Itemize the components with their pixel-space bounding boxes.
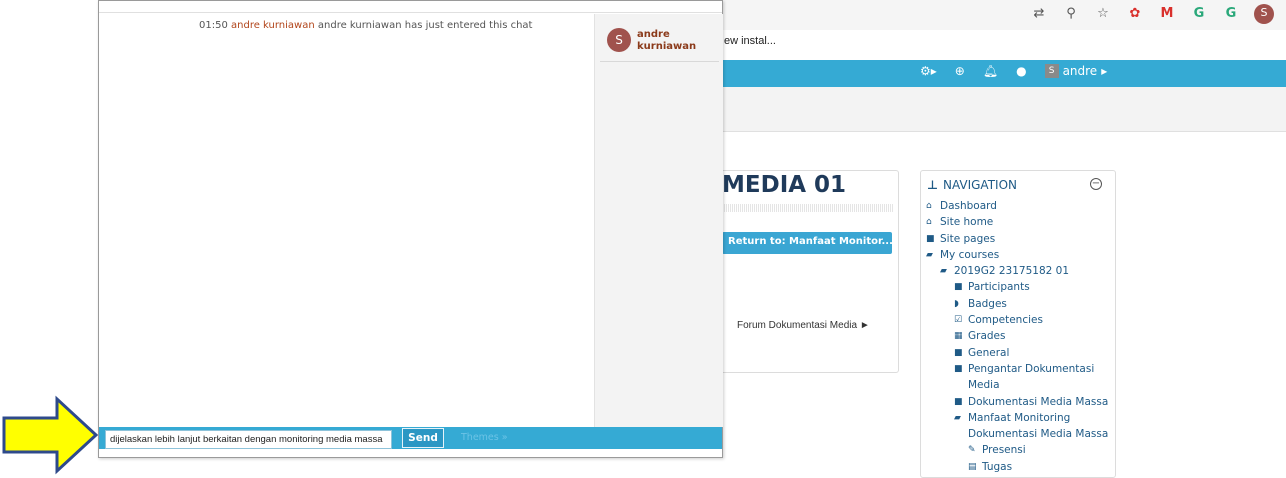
home-icon: ⌂ — [926, 217, 932, 228]
nav-item-label: Site home — [940, 216, 994, 229]
nav-item-label: Pengantar Dokumentasi Media — [968, 362, 1095, 392]
nav-item[interactable]: ▰ Manfaat Monitoring Dokumentasi Media Ma… — [926, 410, 1116, 443]
grammarly-icon[interactable]: G — [1190, 5, 1208, 23]
chat-window: 01:50 andre kurniawan andre kurniawan ha… — [98, 0, 723, 458]
collapse-icon[interactable]: − — [1090, 178, 1102, 190]
nav-item[interactable]: ▰ My courses — [926, 247, 1116, 263]
page-header — [722, 87, 1286, 132]
nav-item[interactable]: ■ Pengantar Dokumentasi Media — [926, 361, 1116, 394]
user-avatar-icon: S — [1044, 64, 1059, 78]
chat-messages-pane — [99, 14, 594, 427]
assignment-icon: ▤ — [968, 461, 977, 472]
nav-item[interactable]: ■ Participants — [926, 279, 1116, 295]
nav-item[interactable]: ■ Dokumentasi Media Massa — [926, 394, 1116, 410]
arrow-annotation-icon — [2, 395, 99, 475]
nav-item-label: Presensi — [982, 444, 1026, 457]
bookmark-text[interactable]: ew instal... — [724, 35, 776, 47]
nav-item-label: Dokumentasi Media Massa — [968, 395, 1109, 408]
user-avatar: S — [607, 28, 631, 52]
folder-icon: ■ — [954, 396, 963, 407]
nav-item-label: Participants — [968, 281, 1030, 294]
home-icon: ⌂ — [926, 201, 932, 211]
folder-open-icon: ▰ — [926, 249, 933, 260]
nav-item[interactable]: ▤ Tugas — [926, 459, 1116, 475]
navigation-title: ⊥ NAVIGATION — [927, 178, 1017, 192]
nav-item[interactable]: ▦ Grades — [926, 328, 1116, 344]
nav-item-label: Competencies — [968, 314, 1043, 327]
chat-window-top — [99, 1, 722, 13]
bell-icon[interactable]: 🔔︎ — [983, 64, 998, 78]
chat-users-pane: S andre kurniawan — [594, 14, 723, 427]
attendance-icon: ✎ — [968, 445, 976, 456]
course-title: MEDIA 01 — [722, 172, 847, 198]
nav-item-label: Dashboard — [940, 200, 997, 212]
message-time: 01:50 — [199, 20, 228, 31]
nav-item-label: Grades — [968, 330, 1006, 343]
checkbox-icon: ☑ — [954, 315, 963, 326]
navbar-icons: ⚙▸ ⊕ 🔔︎ ● S andre ▸ — [920, 64, 1107, 78]
message-icon[interactable]: ● — [1016, 64, 1026, 78]
shield-icon: ◗ — [954, 298, 959, 309]
accessibility-icon[interactable]: ⊕ — [955, 64, 965, 78]
nav-item-label: General — [968, 346, 1010, 359]
folder-open-icon: ▰ — [954, 412, 961, 423]
folder-icon: ■ — [954, 347, 963, 358]
nav-item[interactable]: ◗ Badges — [926, 296, 1116, 312]
folder-icon: ■ — [954, 363, 963, 374]
user-menu-name: andre — [1062, 64, 1098, 78]
nav-item[interactable]: ⌂ Site home — [926, 214, 1116, 230]
folder-open-icon: ▰ — [940, 266, 947, 277]
chat-message-input[interactable]: dijelaskan lebih lanjut berkaitan dengan… — [105, 430, 392, 449]
caret-right-icon: ▸ — [1101, 64, 1108, 78]
nav-item[interactable]: ▰ 2019G2 23175182 01 — [926, 263, 1116, 279]
themes-link[interactable]: Themes » — [461, 432, 508, 443]
chat-user-row[interactable]: S andre kurniawan — [600, 28, 719, 62]
return-button[interactable]: Return to: Manfaat Monitor... — [722, 232, 892, 254]
nav-item-label: Tugas — [982, 460, 1013, 473]
nav-item[interactable]: ■ Site pages — [926, 231, 1116, 247]
nav-item-label: Site pages — [940, 232, 996, 245]
course-box — [706, 170, 899, 373]
title-divider — [722, 204, 893, 212]
extension-icon[interactable]: ✿ — [1126, 5, 1144, 23]
send-button[interactable]: Send — [402, 428, 444, 448]
folder-icon: ■ — [926, 233, 935, 244]
nav-item-label: My courses — [940, 248, 1000, 261]
browser-extension-icons: ⇄ ⚲ ☆ ✿ M G G S s — [1030, 4, 1286, 24]
nav-item[interactable]: ☑ Competencies — [926, 312, 1116, 328]
nav-item-label: Manfaat Monitoring Dokumentasi Media Mas… — [968, 411, 1109, 441]
user-menu[interactable]: S andre ▸ — [1044, 64, 1108, 78]
folder-icon: ■ — [954, 282, 963, 293]
message-user[interactable]: andre kurniawan — [231, 20, 315, 31]
grammarly-alt-icon[interactable]: G — [1222, 5, 1240, 23]
table-icon: ▦ — [954, 331, 963, 342]
gmail-icon[interactable]: M — [1158, 5, 1176, 23]
gear-icon[interactable]: ⚙▸ — [920, 64, 937, 78]
translate-icon[interactable]: ⇄ — [1030, 5, 1048, 23]
chat-message: 01:50 andre kurniawan andre kurniawan ha… — [199, 20, 532, 31]
nav-item[interactable]: ✎ Presensi — [926, 442, 1116, 458]
message-text: andre kurniawan has just entered this ch… — [317, 20, 533, 31]
profile-avatar-icon[interactable]: S — [1254, 4, 1274, 24]
chat-user-name[interactable]: andre kurniawan — [637, 28, 719, 61]
nav-item[interactable]: ■ General — [926, 345, 1116, 361]
forum-link[interactable]: Forum Dokumentasi Media ► — [737, 320, 870, 331]
nav-item-label: Badges — [968, 297, 1007, 310]
nav-item-label: 2019G2 23175182 01 — [954, 265, 1070, 278]
navigation-list: ⌂ Dashboard ⌂ Site home ■ Site pages ▰ My cours… — [926, 198, 1116, 478]
star-icon[interactable]: ☆ — [1094, 5, 1112, 23]
zoom-icon[interactable]: ⚲ — [1062, 5, 1080, 23]
navigation-title-text: NAVIGATION — [942, 178, 1018, 192]
sitemap-icon: ⊥ — [927, 178, 938, 192]
nav-item[interactable]: ⌂ Dashboard — [926, 198, 1116, 214]
